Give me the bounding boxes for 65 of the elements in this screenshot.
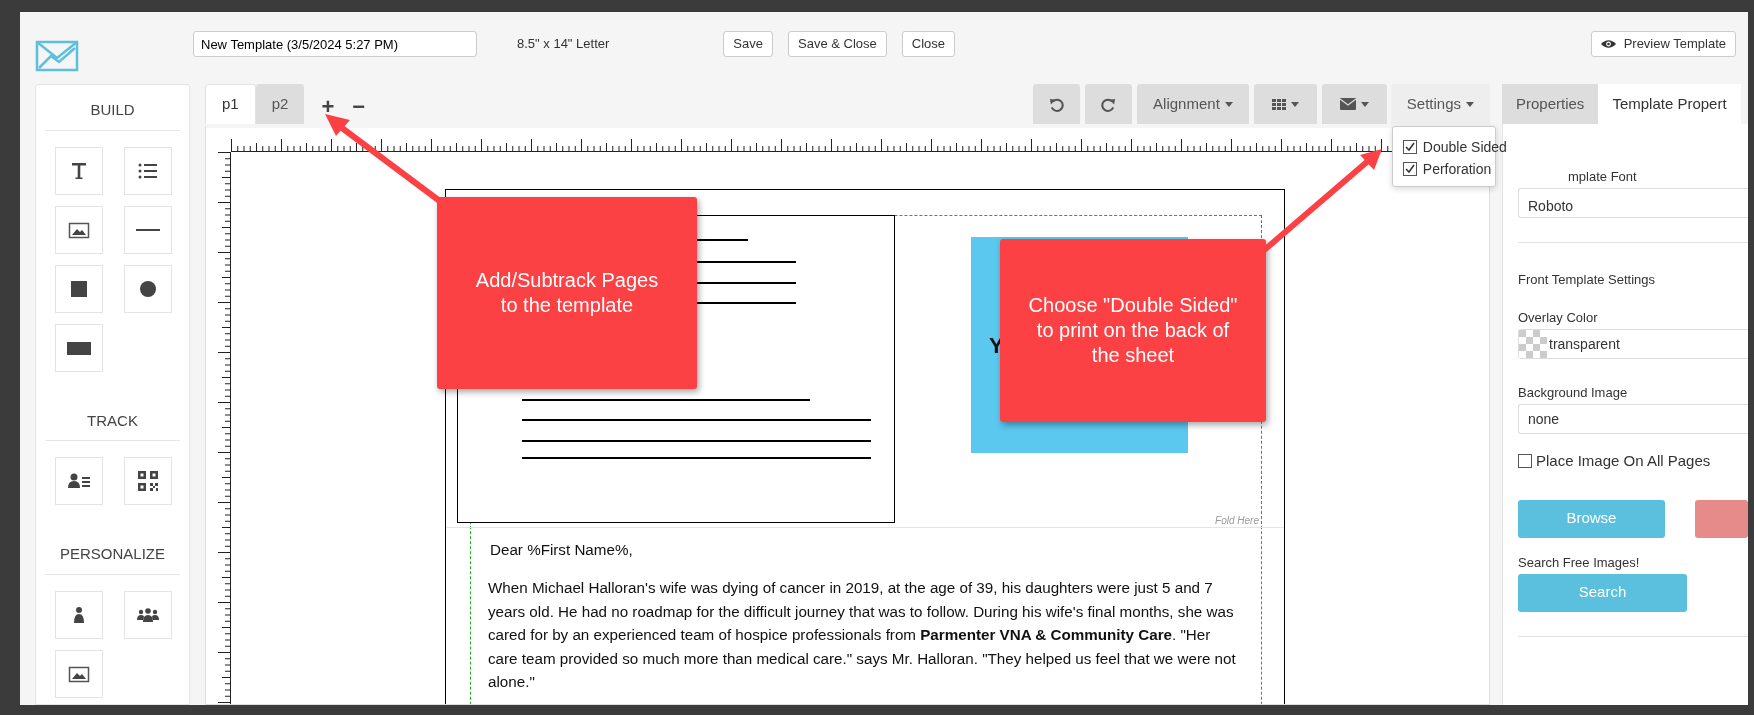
field-label: Search Free Images! [1518, 554, 1641, 571]
qr-code-icon [136, 469, 160, 493]
checkbox[interactable] [1402, 140, 1417, 154]
tool-button[interactable] [55, 264, 103, 313]
field-label: Overlay Color [1518, 310, 1599, 326]
section-title: Front Template Settings [1518, 272, 1657, 288]
double-sided-callout: Choose "Double Sided" to print on the back of the sheet [1000, 239, 1266, 422]
letter-greeting: Dear %First Name%, [490, 540, 633, 560]
menu-item-label[interactable]: Double Sided [1422, 136, 1507, 158]
section-heading: TRACK [45, 409, 180, 441]
page-tab[interactable]: p2 [255, 84, 305, 124]
eye-icon [1600, 39, 1616, 49]
field-label: Background Image [1518, 385, 1629, 401]
tool-button[interactable] [124, 146, 172, 195]
logo-icon [35, 40, 79, 72]
tool-button[interactable] [124, 264, 172, 313]
caret-icon [1360, 101, 1369, 107]
envelope-icon [1339, 98, 1356, 110]
page-tab[interactable]: p1 [205, 84, 256, 124]
field-label: mplate Font [1567, 169, 1638, 185]
undo-icon [1049, 96, 1065, 112]
grid-icon [1271, 98, 1286, 110]
tool-button[interactable] [55, 649, 103, 698]
header-button[interactable]: Close [901, 31, 955, 57]
add-page-button[interactable]: + [312, 96, 344, 118]
checkbox[interactable] [1518, 454, 1532, 469]
paper-size-label: 8.5" x 14" Letter [517, 35, 610, 53]
caret-icon [1224, 101, 1233, 107]
panel-tab[interactable]: Properties [1502, 84, 1599, 124]
template-name-field[interactable]: New Template (3/5/2024 5:27 PM) [193, 31, 477, 57]
dropdown-button[interactable]: Alignment [1137, 84, 1249, 124]
letter-paragraph: When Michael Halloran's wife was dying of cancer in 2019, at the age of 39, his daughters were just 5 and 7 years old. He had no roadmap for the difficult journey that was to follow. During his wife's final months, she was cared for by an experienced team of hospice professionals from Parmenter VNA & Community Care. "Her care team provided so much more than medical care." says Mr. Halloran. "They helped us feel that we were not alone." [488, 578, 1236, 692]
tool-button[interactable] [55, 590, 103, 639]
remove-page-button[interactable]: − [343, 96, 375, 118]
caret-icon [1290, 101, 1299, 107]
checkbox-label[interactable]: Place Image On All Pages [1536, 450, 1711, 473]
add-pages-callout: Add/Subtrack Pages to the template [437, 197, 697, 389]
dropdown-button[interactable]: Settings [1390, 84, 1490, 124]
tool-button[interactable] [124, 590, 172, 639]
tool-button[interactable] [124, 457, 172, 505]
tool-button[interactable] [124, 205, 172, 254]
line-icon [136, 228, 160, 231]
caret-icon [1466, 101, 1474, 107]
preview-template-button[interactable]: Preview Template [1590, 31, 1736, 57]
color-field[interactable]: transparent [1518, 329, 1748, 359]
fold-label: Fold Here [1215, 514, 1259, 528]
grid-menu-button[interactable] [1253, 84, 1317, 124]
tool-button[interactable] [55, 457, 103, 505]
redo-icon [1101, 96, 1117, 112]
transparent-swatch [1519, 330, 1547, 358]
redo-button[interactable] [1085, 84, 1133, 124]
tool-button[interactable] [55, 146, 103, 195]
background-image-select[interactable]: none [1518, 404, 1748, 434]
header-button[interactable]: Save & Close [788, 31, 887, 57]
tool-button[interactable] [55, 205, 103, 254]
panel-tab[interactable]: Template Propert [1598, 84, 1741, 124]
header-button[interactable]: Save [723, 31, 773, 57]
mail-menu-button[interactable] [1321, 84, 1387, 124]
section-heading: BUILD [45, 99, 180, 131]
section-heading: PERSONALIZE [45, 543, 180, 575]
font-select[interactable]: Roboto [1518, 188, 1748, 218]
checkbox[interactable] [1402, 162, 1417, 176]
undo-button[interactable] [1033, 84, 1081, 124]
tool-button[interactable] [55, 323, 103, 372]
menu-item-label[interactable]: Perforation [1422, 158, 1492, 180]
